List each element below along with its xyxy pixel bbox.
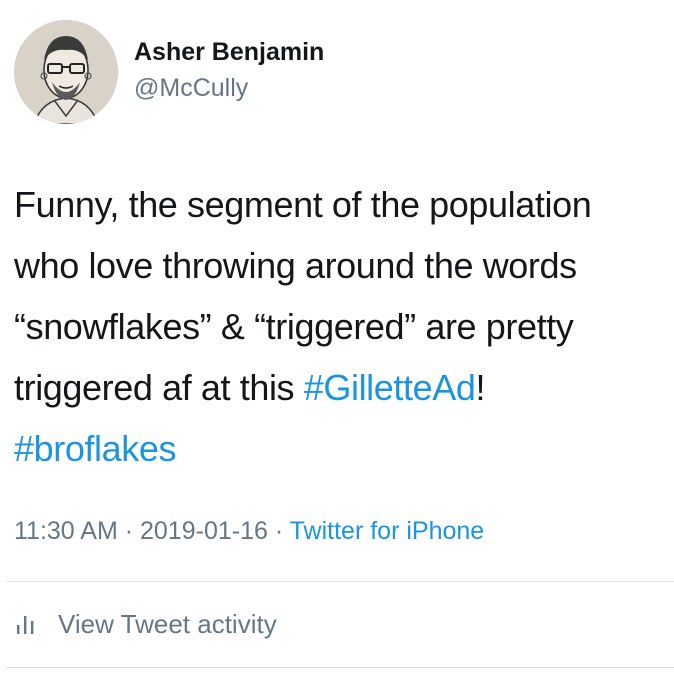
tweet-source-link[interactable]: Twitter for iPhone <box>290 517 485 545</box>
tweet-text-segment: who love throwing around the words <box>14 245 577 286</box>
tweet-text-line: #broflakes <box>14 418 669 479</box>
view-tweet-activity-label: View Tweet activity <box>58 608 277 639</box>
view-tweet-activity-button[interactable]: View Tweet activity <box>14 604 277 644</box>
bar-chart-icon <box>14 612 40 636</box>
hashtag-link[interactable]: #broflakes <box>14 428 177 469</box>
tweet-text: Funny, the segment of the population who … <box>14 174 669 479</box>
tweet-text-segment: “snowflakes” & “triggered” are pretty <box>14 306 574 347</box>
tweet-text-line: Funny, the segment of the population <box>14 174 669 235</box>
tweet-text-line: triggered af at this #GilletteAd! <box>14 357 669 418</box>
tweet-metadata: 11:30 AM · 2019-01-16 · Twitter for iPho… <box>14 517 484 546</box>
tweet-date: 2019-01-16 <box>140 517 268 545</box>
tweet-text-segment: Funny, the segment of the population <box>14 184 592 225</box>
avatar[interactable] <box>14 20 118 124</box>
divider <box>6 667 674 668</box>
tweet-time: 11:30 AM <box>14 517 118 545</box>
hashtag-link[interactable]: #GilletteAd <box>304 367 476 408</box>
meta-separator: · <box>117 517 140 545</box>
meta-separator: · <box>267 517 290 545</box>
tweet-text-line: who love throwing around the words <box>14 235 669 296</box>
avatar-caricature-image <box>14 20 118 124</box>
user-handle[interactable]: @McCully <box>134 74 248 103</box>
tweet-text-line: “snowflakes” & “triggered” are pretty <box>14 296 669 357</box>
tweet-text-segment: triggered af at this <box>14 367 304 408</box>
divider <box>6 581 674 582</box>
display-name[interactable]: Asher Benjamin <box>134 38 324 67</box>
tweet-card: Asher Benjamin @McCully Funny, the segme… <box>0 0 674 674</box>
tweet-text-segment: ! <box>475 367 486 408</box>
